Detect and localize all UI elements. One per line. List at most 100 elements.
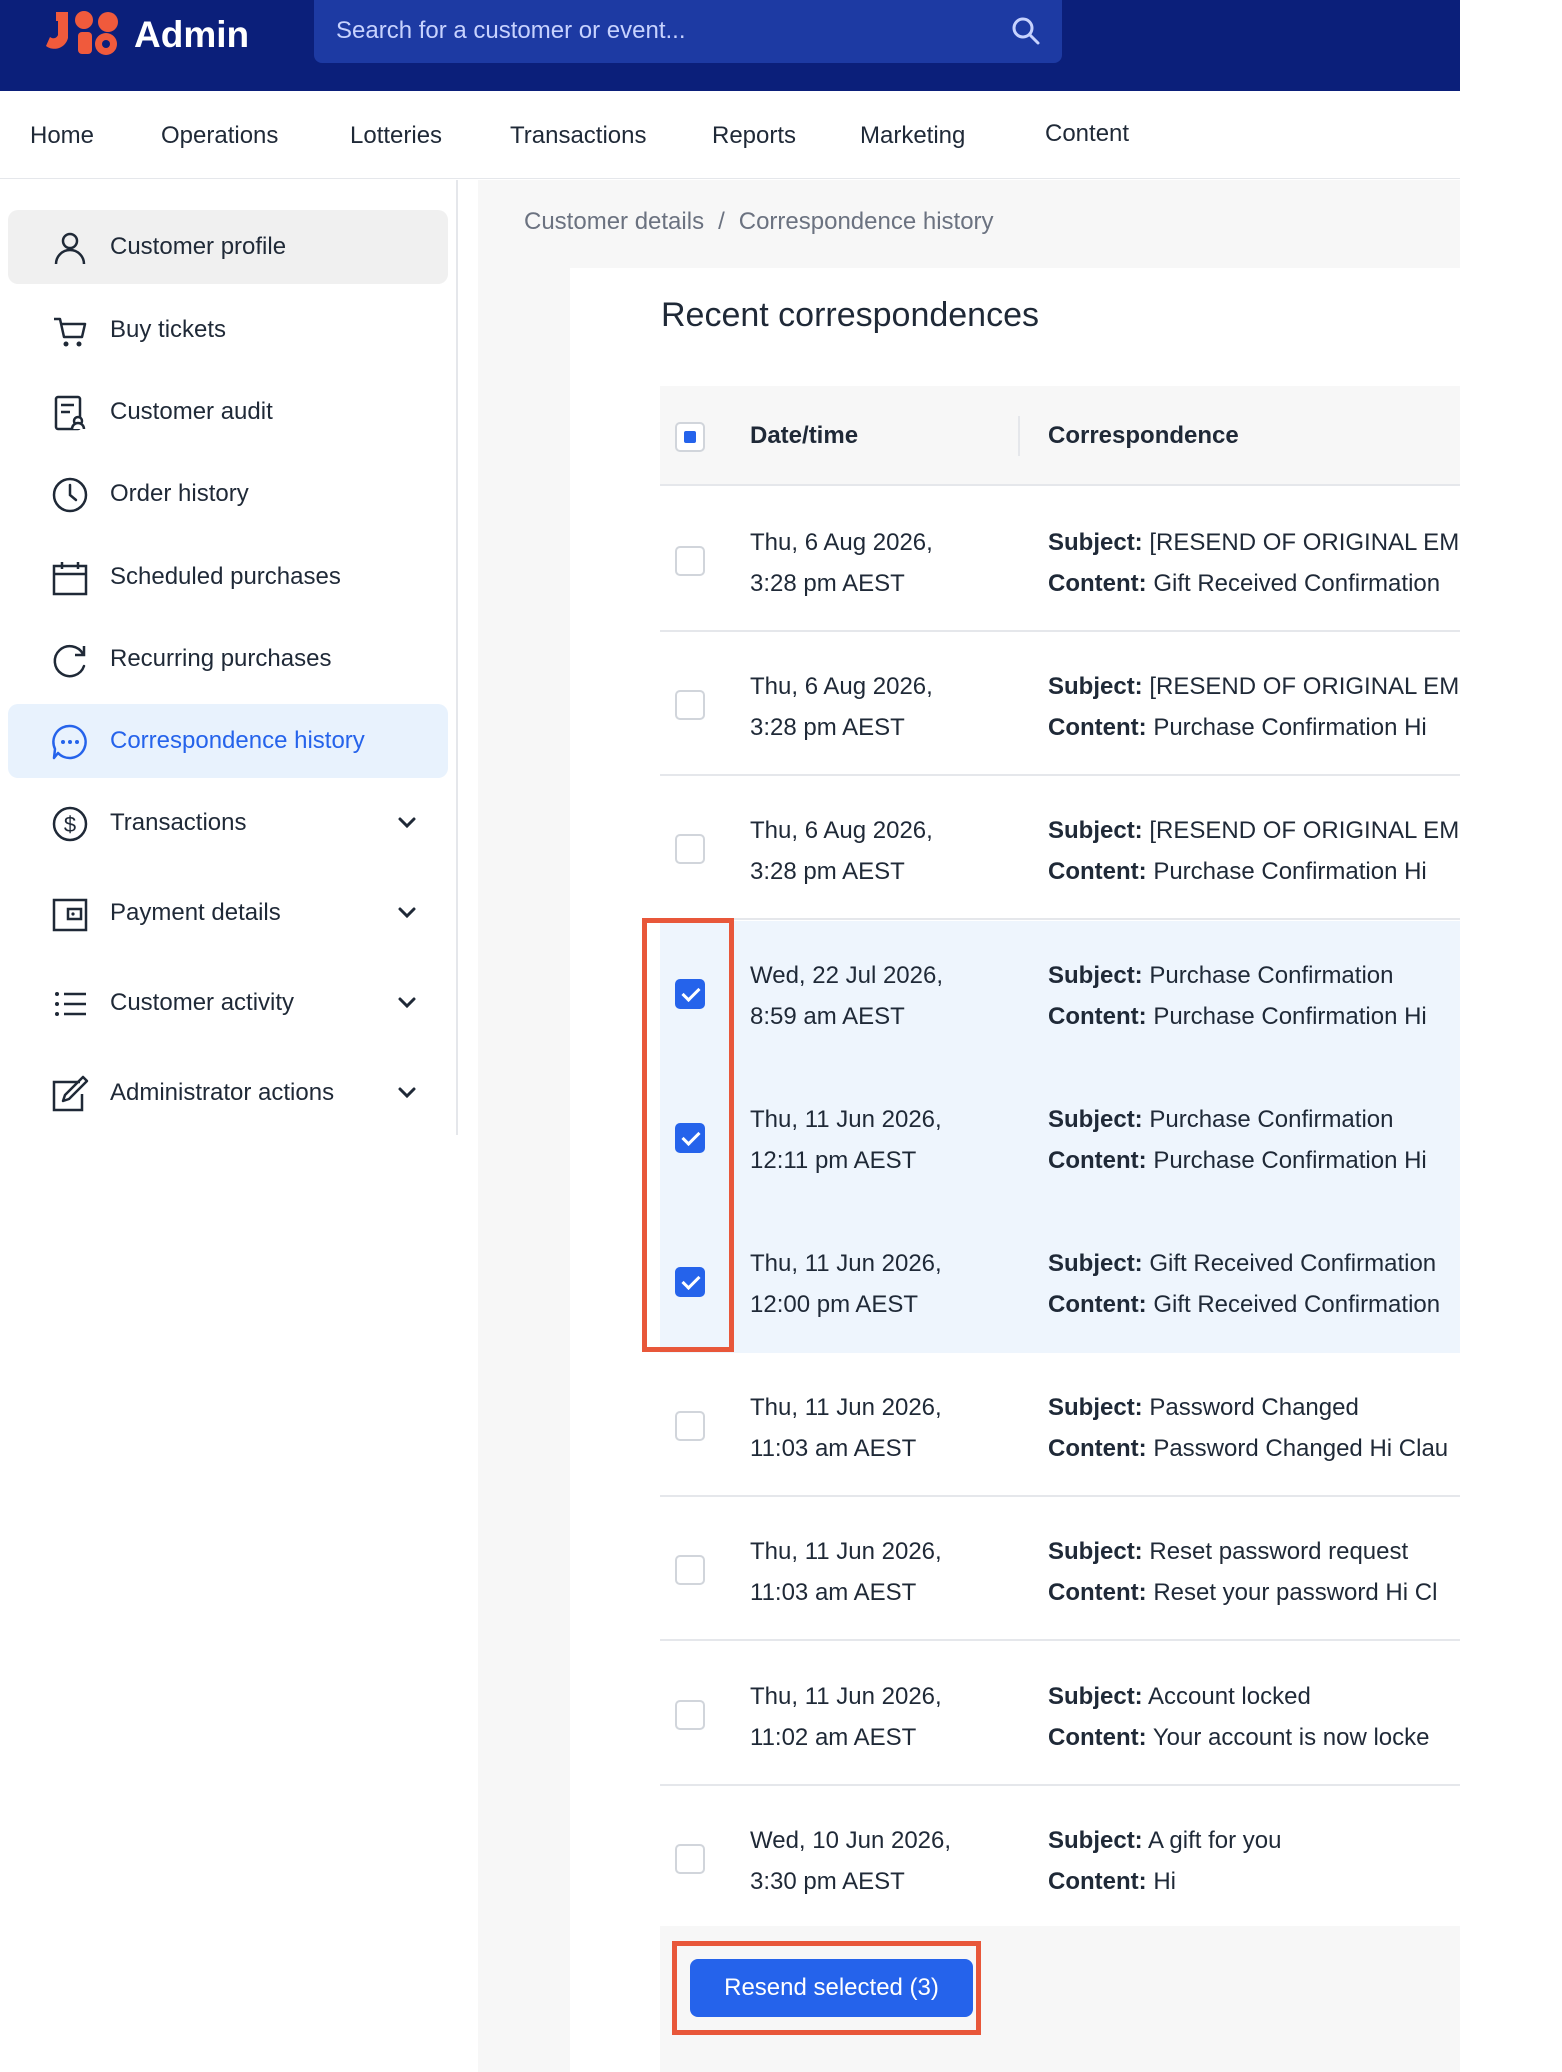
row-content: Content: Purchase Confirmation Hi <box>1048 996 1460 1037</box>
content-text: Password Changed Hi Clau <box>1153 1435 1449 1462</box>
sidebar-item-customer-activity[interactable]: Customer activity <box>8 966 448 1040</box>
row-date: Wed, 10 Jun 2026, 3:30 pm AEST <box>750 1820 951 1902</box>
row-date: Wed, 22 Jul 2026, 8:59 am AEST <box>750 955 943 1037</box>
row-checkbox[interactable] <box>675 834 705 864</box>
row-subject: Subject: Password Changed <box>1048 1387 1460 1428</box>
sidebar-item-customer-profile[interactable]: Customer profile <box>8 210 448 284</box>
sidebar-item-order-history[interactable]: Order history <box>8 457 448 531</box>
chevron-down-icon[interactable] <box>392 988 422 1018</box>
row-date: Thu, 11 Jun 2026, 11:02 am AEST <box>750 1676 942 1758</box>
sidebar-item-transactions[interactable]: $ Transactions <box>8 786 448 860</box>
nav-reports[interactable]: Reports <box>712 122 796 150</box>
sidebar-item-label: Order history <box>110 480 249 507</box>
table-row[interactable]: Thu, 11 Jun 2026, 12:11 pm AEST Subject: P… <box>660 1065 1460 1209</box>
row-subject: Subject: [RESEND OF ORIGINAL EM <box>1048 810 1460 851</box>
table-row[interactable]: Thu, 11 Jun 2026, 12:00 pm AEST Subject: G… <box>660 1209 1460 1353</box>
select-all-checkbox[interactable] <box>675 422 705 452</box>
table-row[interactable]: Wed, 22 Jul 2026, 8:59 am AEST Subject: Pu… <box>660 921 1460 1065</box>
subject-label: Subject: <box>1048 673 1143 700</box>
table-row[interactable]: Thu, 6 Aug 2026, 3:28 pm AEST Subject: [RE… <box>660 632 1460 776</box>
sidebar-item-correspondence-history[interactable]: Correspondence history <box>8 704 448 778</box>
sidebar-item-payment-details[interactable]: Payment details <box>8 876 448 950</box>
subject-text: A gift for you <box>1148 1827 1282 1854</box>
sidebar-item-customer-audit[interactable]: Customer audit <box>8 375 448 449</box>
nav-lotteries[interactable]: Lotteries <box>350 122 442 150</box>
nav-transactions[interactable]: Transactions <box>510 122 647 150</box>
brand-logo[interactable] <box>44 8 122 58</box>
search-bar[interactable]: Search for a customer or event... <box>314 0 1062 63</box>
row-checkbox[interactable] <box>675 1700 705 1730</box>
row-content: Content: Password Changed Hi Clau <box>1048 1428 1460 1469</box>
row-date-line: Thu, 11 Jun 2026, <box>750 1538 942 1565</box>
subject-text: Purchase Confirmation <box>1149 962 1394 989</box>
row-time-line: 3:28 pm AEST <box>750 714 905 741</box>
column-header-date[interactable]: Date/time <box>750 422 858 450</box>
chat-icon <box>52 724 87 760</box>
search-input[interactable]: Search for a customer or event... <box>336 17 686 45</box>
content-text: Reset your password Hi Cl <box>1153 1579 1438 1606</box>
table-row[interactable]: Wed, 10 Jun 2026, 3:30 pm AEST Subject: A … <box>660 1786 1460 1930</box>
nav-home[interactable]: Home <box>30 122 94 150</box>
breadcrumb-parent-link[interactable]: Customer details <box>524 208 704 235</box>
search-icon[interactable] <box>1010 15 1042 47</box>
edit-icon <box>52 1075 89 1112</box>
column-header-correspondence[interactable]: Correspondence <box>1048 422 1239 450</box>
row-date-line: Thu, 6 Aug 2026, <box>750 673 933 700</box>
table-row[interactable]: Thu, 11 Jun 2026, 11:03 am AEST Subject: R… <box>660 1497 1460 1641</box>
table-row[interactable]: Thu, 6 Aug 2026, 3:28 pm AEST Subject: [RE… <box>660 776 1460 920</box>
row-correspondence: Subject: [RESEND OF ORIGINAL EM Content: … <box>1048 522 1460 604</box>
sidebar-item-label: Payment details <box>110 899 281 926</box>
subject-label: Subject: <box>1048 1683 1143 1710</box>
chevron-down-icon[interactable] <box>392 808 422 838</box>
row-time-line: 3:30 pm AEST <box>750 1868 905 1895</box>
table-row[interactable]: Thu, 6 Aug 2026, 3:28 pm AEST Subject: [RE… <box>660 488 1460 632</box>
row-time-line: 12:11 pm AEST <box>750 1147 917 1174</box>
checkbox-highlight-box <box>642 918 734 1352</box>
nav-marketing[interactable]: Marketing <box>860 122 965 150</box>
row-time-line: 11:03 am AEST <box>750 1579 917 1606</box>
content-text: Purchase Confirmation Hi <box>1153 714 1427 741</box>
sidebar-item-label: Customer activity <box>110 989 295 1016</box>
content-label: Content: <box>1048 1435 1147 1462</box>
content-text: Gift Received Confirmation <box>1153 570 1441 597</box>
wallet-icon <box>52 898 88 932</box>
row-subject: Subject: Reset password request <box>1048 1531 1460 1572</box>
row-checkbox[interactable] <box>675 1555 705 1585</box>
row-time-line: 3:28 pm AEST <box>750 858 905 885</box>
table-row[interactable]: Thu, 11 Jun 2026, 11:03 am AEST Subject: P… <box>660 1353 1460 1497</box>
row-correspondence: Subject: [RESEND OF ORIGINAL EM Content: … <box>1048 666 1460 748</box>
content-label: Content: <box>1048 1868 1147 1895</box>
breadcrumb-separator: / <box>718 208 725 235</box>
subject-label: Subject: <box>1048 1394 1143 1421</box>
row-checkbox[interactable] <box>675 1411 705 1441</box>
chevron-down-icon[interactable] <box>392 1078 422 1108</box>
row-date-line: Wed, 10 Jun 2026, <box>750 1827 952 1854</box>
sidebar-item-label: Recurring purchases <box>110 645 332 672</box>
sidebar-item-administrator-actions[interactable]: Administrator actions <box>8 1056 448 1130</box>
table-row[interactable]: Thu, 11 Jun 2026, 11:02 am AEST Subject: A… <box>660 1642 1460 1786</box>
row-checkbox[interactable] <box>675 1844 705 1874</box>
sidebar: Customer profile Buy tickets Customer au… <box>0 180 458 1135</box>
content-label: Content: <box>1048 1147 1147 1174</box>
chevron-down-icon[interactable] <box>392 898 422 928</box>
sidebar-item-scheduled-purchases[interactable]: Scheduled purchases <box>8 540 448 614</box>
row-date: Thu, 11 Jun 2026, 12:00 pm AEST <box>750 1243 942 1325</box>
row-checkbox[interactable] <box>675 546 705 576</box>
nav-content[interactable]: Content <box>1045 120 1129 148</box>
nav-operations[interactable]: Operations <box>161 122 278 150</box>
row-correspondence: Subject: Reset password request Content: … <box>1048 1531 1460 1613</box>
sidebar-item-label: Administrator actions <box>110 1079 335 1106</box>
row-date-line: Thu, 6 Aug 2026, <box>750 529 933 556</box>
content-label: Content: <box>1048 1291 1147 1318</box>
content-label: Content: <box>1048 858 1147 885</box>
sidebar-item-label: Transactions <box>110 809 247 836</box>
row-date: Thu, 11 Jun 2026, 12:11 pm AEST <box>750 1099 942 1181</box>
row-correspondence: Subject: [RESEND OF ORIGINAL EM Content: … <box>1048 810 1460 892</box>
row-checkbox[interactable] <box>675 690 705 720</box>
sidebar-item-recurring-purchases[interactable]: Recurring purchases <box>8 622 448 696</box>
column-divider[interactable] <box>1018 416 1020 456</box>
content-text: Gift Received Confirmation <box>1153 1291 1441 1318</box>
sidebar-item-buy-tickets[interactable]: Buy tickets <box>8 293 448 367</box>
row-date-line: Thu, 11 Jun 2026, <box>750 1394 942 1421</box>
subject-label: Subject: <box>1048 1827 1143 1854</box>
